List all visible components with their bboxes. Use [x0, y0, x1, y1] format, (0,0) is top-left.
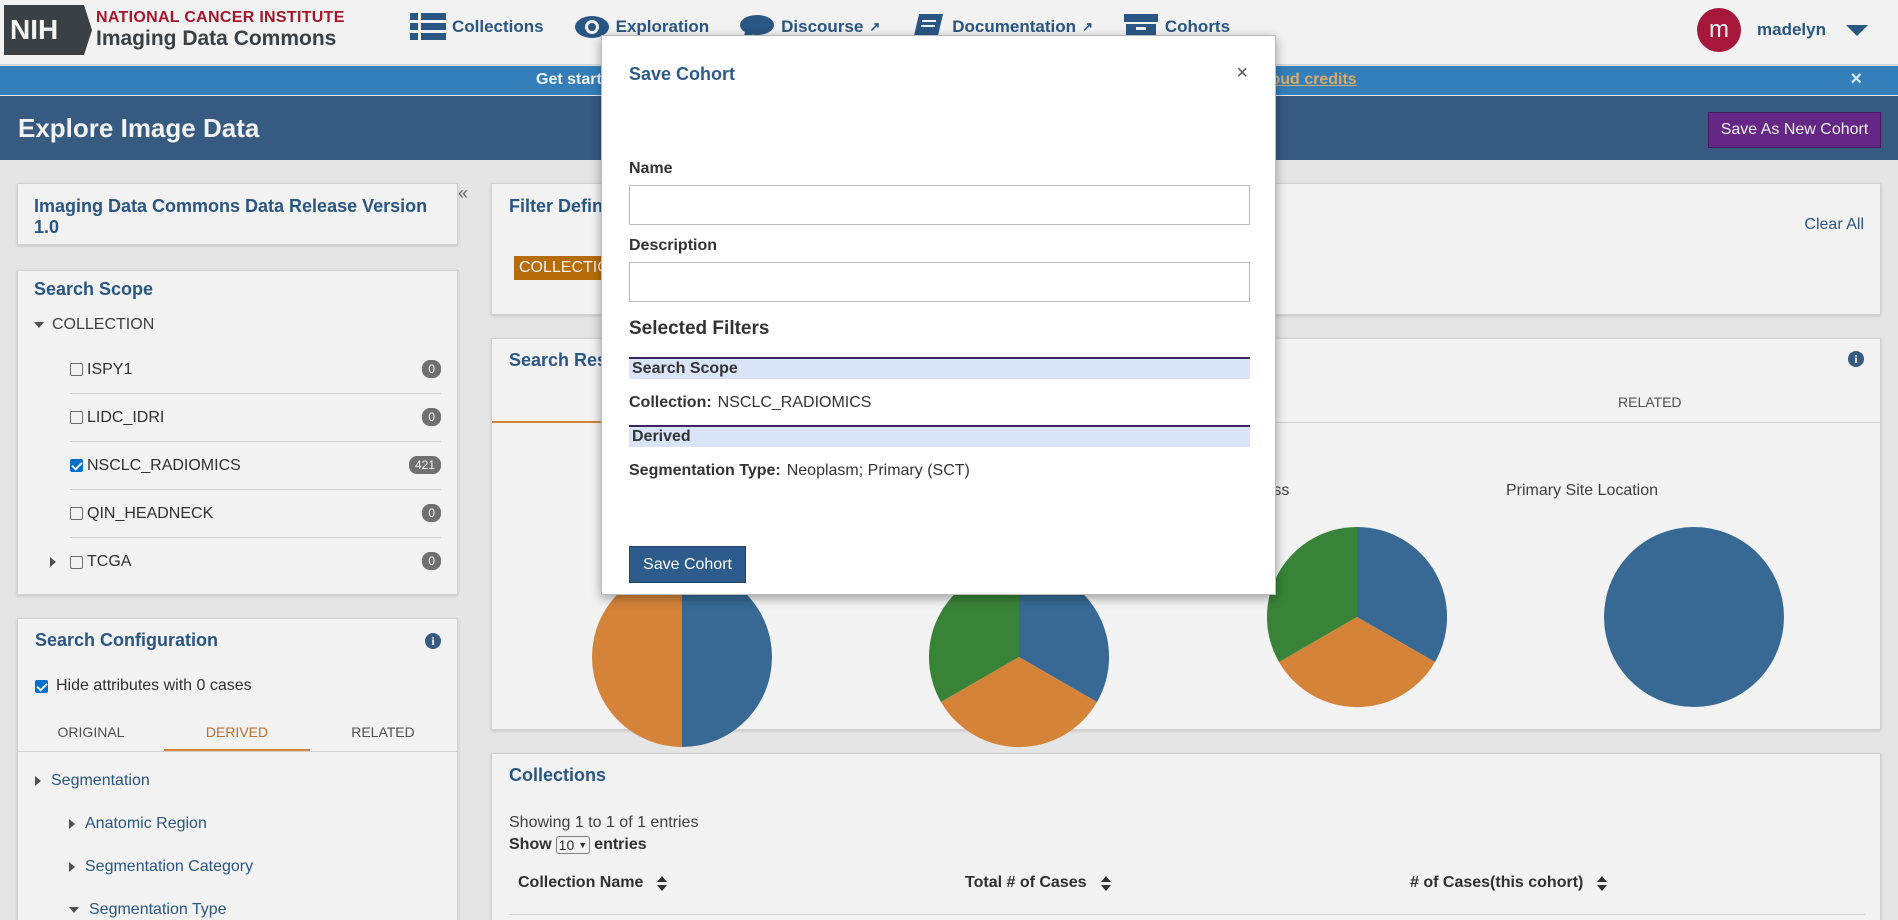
dialog-title: Save Cohort [629, 64, 736, 84]
save-cohort-button[interactable]: Save Cohort [629, 546, 746, 583]
filter-entry: Segmentation Type: Neoplasm; Primary (SCT… [629, 462, 970, 480]
filter-key: Collection: [629, 394, 712, 411]
name-input[interactable] [629, 185, 1250, 225]
filter-section-header: Search Scope [629, 357, 1250, 379]
description-label: Description [629, 237, 718, 254]
selected-filters-heading: Selected Filters [629, 318, 770, 339]
filter-value: Neoplasm; Primary (SCT) [786, 462, 970, 479]
description-input[interactable] [629, 262, 1250, 302]
filter-entry: Collection: NSCLC_RADIOMICS [629, 394, 871, 412]
filter-key: Segmentation Type: [629, 462, 781, 479]
filter-value: NSCLC_RADIOMICS [717, 394, 872, 411]
name-label: Name [629, 160, 673, 177]
close-icon[interactable]: × [1236, 62, 1248, 85]
filter-section-header: Derived [629, 425, 1250, 447]
save-cohort-dialog: Save Cohort × Name Description Selected … [601, 35, 1276, 595]
